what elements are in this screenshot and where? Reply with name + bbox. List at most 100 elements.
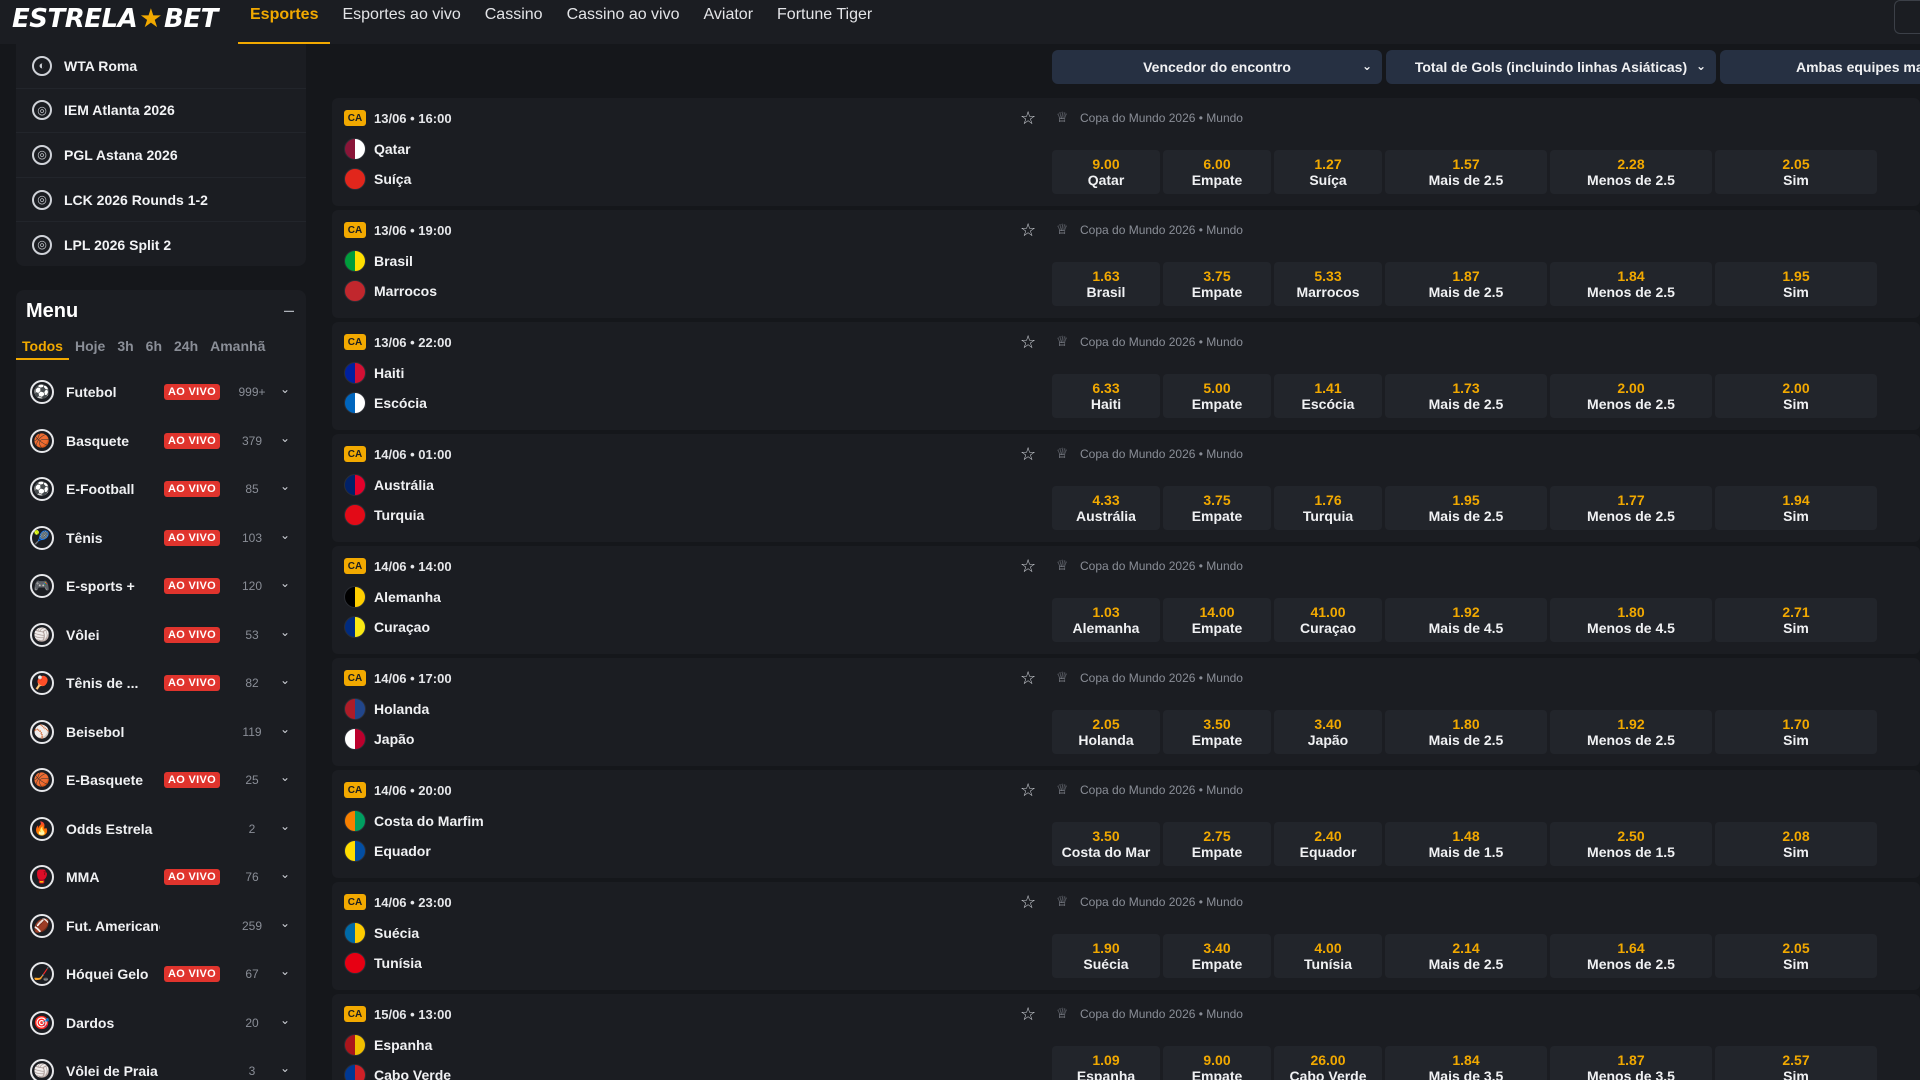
nav-cassino[interactable]: Cassino — [473, 0, 555, 44]
market-tab-total-gols[interactable]: Total de Gols (incluindo linhas Asiática… — [1386, 50, 1716, 84]
away-team[interactable]: Marrocos — [344, 280, 437, 302]
sport-item[interactable]: 🏀 Basquete AO VIVO 379 ⌄ — [16, 417, 306, 466]
odd-button[interactable]: 1.84 Mais de 3.5 — [1385, 1046, 1547, 1080]
sport-item[interactable]: 🏀 E-Basquete AO VIVO 25 ⌄ — [16, 756, 306, 805]
collapse-icon[interactable]: – — [284, 300, 294, 321]
away-team[interactable]: Curaçao — [344, 616, 430, 638]
market-tab-ambas-equipes[interactable]: Ambas equipes ma — [1720, 50, 1920, 84]
odd-button[interactable]: 2.14 Mais de 2.5 — [1385, 934, 1547, 978]
star-favorite-icon[interactable]: ☆ — [1020, 556, 1036, 577]
sport-item[interactable]: ⚽ Futebol AO VIVO 999+ ⌄ — [16, 368, 306, 417]
odd-button[interactable]: 2.50 Menos de 1.5 — [1550, 822, 1712, 866]
odd-button[interactable]: 1.87 Menos de 3.5 — [1550, 1046, 1712, 1080]
chevron-down-icon[interactable]: ⌄ — [280, 576, 290, 590]
search-button[interactable] — [1894, 0, 1920, 34]
chevron-down-icon[interactable]: ⌄ — [280, 625, 290, 639]
odd-button[interactable]: 26.00 Cabo Verde — [1274, 1046, 1382, 1080]
odd-button[interactable]: 2.08 Sim — [1715, 822, 1877, 866]
chevron-down-icon[interactable]: ⌄ — [280, 770, 290, 784]
star-favorite-icon[interactable]: ☆ — [1020, 444, 1036, 465]
chevron-down-icon[interactable]: ⌄ — [280, 867, 290, 881]
odd-button[interactable]: 2.00 Sim — [1715, 374, 1877, 418]
chevron-down-icon[interactable]: ⌄ — [280, 528, 290, 542]
odd-button[interactable]: 3.75 Empate — [1163, 486, 1271, 530]
match-card[interactable]: CA 13/06 • 19:00 Brasil Marrocos ☆ ♕ Copa do M… — [332, 210, 1920, 318]
nav-fortune-tiger[interactable]: Fortune Tiger — [765, 0, 884, 44]
sport-item[interactable]: ⚾ Beisebol 119 ⌄ — [16, 708, 306, 757]
chevron-down-icon[interactable]: ⌄ — [280, 1061, 290, 1075]
nav-esportes[interactable]: Esportes — [238, 0, 331, 44]
sport-item[interactable]: 🏈 Fut. Americano 259 ⌄ — [16, 902, 306, 951]
odd-button[interactable]: 1.76 Turquia — [1274, 486, 1382, 530]
home-team[interactable]: Holanda — [344, 698, 429, 720]
home-team[interactable]: Brasil — [344, 250, 413, 272]
sport-item[interactable]: 🎾 Tênis AO VIVO 103 ⌄ — [16, 514, 306, 563]
match-card[interactable]: CA 14/06 • 01:00 Austrália Turquia ☆ ♕ Copa do… — [332, 434, 1920, 542]
odd-button[interactable]: 3.50 Costa do Mar — [1052, 822, 1160, 866]
chevron-down-icon[interactable]: ⌄ — [280, 479, 290, 493]
away-team[interactable]: Escócia — [344, 392, 427, 414]
match-card[interactable]: CA 14/06 • 17:00 Holanda Japão ☆ ♕ Copa do Mun… — [332, 658, 1920, 766]
home-team[interactable]: Suécia — [344, 922, 419, 944]
nav-cassino-ao-vivo[interactable]: Cassino ao vivo — [555, 0, 692, 44]
sport-item[interactable]: 🥊 MMA AO VIVO 76 ⌄ — [16, 853, 306, 902]
chevron-down-icon[interactable]: ⌄ — [280, 916, 290, 930]
odd-button[interactable]: 1.48 Mais de 1.5 — [1385, 822, 1547, 866]
odd-button[interactable]: 1.03 Alemanha — [1052, 598, 1160, 642]
brand-logo[interactable]: ESTRELA ★ BET — [12, 2, 218, 36]
match-card[interactable]: CA 14/06 • 20:00 Costa do Marfim Equador ☆ ♕ C… — [332, 770, 1920, 878]
odd-button[interactable]: 5.33 Marrocos — [1274, 262, 1382, 306]
sport-item[interactable]: 🏐 Vôlei AO VIVO 53 ⌄ — [16, 611, 306, 660]
filter-tab[interactable]: Hoje — [69, 336, 111, 360]
odd-button[interactable]: 6.00 Empate — [1163, 150, 1271, 194]
filter-tab[interactable]: Amanhã — [204, 336, 271, 360]
match-card[interactable]: CA 14/06 • 23:00 Suécia Tunísia ☆ ♕ Copa do Mu… — [332, 882, 1920, 990]
odd-button[interactable]: 5.00 Empate — [1163, 374, 1271, 418]
star-favorite-icon[interactable]: ☆ — [1020, 108, 1036, 129]
chevron-down-icon[interactable]: ⌄ — [280, 382, 290, 396]
odd-button[interactable]: 1.70 Sim — [1715, 710, 1877, 754]
odd-button[interactable]: 1.87 Mais de 2.5 — [1385, 262, 1547, 306]
odd-button[interactable]: 1.95 Sim — [1715, 262, 1877, 306]
odd-button[interactable]: 2.05 Holanda — [1052, 710, 1160, 754]
sport-item[interactable]: 🎯 Dardos 20 ⌄ — [16, 999, 306, 1048]
odd-button[interactable]: 1.80 Mais de 2.5 — [1385, 710, 1547, 754]
odd-button[interactable]: 2.57 Sim — [1715, 1046, 1877, 1080]
chevron-down-icon[interactable]: ⌄ — [280, 431, 290, 445]
match-card[interactable]: CA 15/06 • 13:00 Espanha Cabo Verde ☆ ♕ Copa d… — [332, 994, 1920, 1080]
odd-button[interactable]: 1.95 Mais de 2.5 — [1385, 486, 1547, 530]
odd-button[interactable]: 1.63 Brasil — [1052, 262, 1160, 306]
odd-button[interactable]: 1.64 Menos de 2.5 — [1550, 934, 1712, 978]
market-tab-vencedor[interactable]: Vencedor do encontro ⌄ — [1052, 50, 1382, 84]
odd-button[interactable]: 1.94 Sim — [1715, 486, 1877, 530]
home-team[interactable]: Alemanha — [344, 586, 441, 608]
odd-button[interactable]: 1.92 Menos de 2.5 — [1550, 710, 1712, 754]
sport-item[interactable]: 🎮 E-sports + AO VIVO 120 ⌄ — [16, 562, 306, 611]
match-card[interactable]: CA 14/06 • 14:00 Alemanha Curaçao ☆ ♕ Copa do … — [332, 546, 1920, 654]
nav-aviator[interactable]: Aviator — [692, 0, 766, 44]
match-card[interactable]: CA 13/06 • 22:00 Haiti Escócia ☆ ♕ Copa do Mun… — [332, 322, 1920, 430]
odd-button[interactable]: 3.75 Empate — [1163, 262, 1271, 306]
filter-tab[interactable]: 6h — [140, 336, 168, 360]
odd-button[interactable]: 1.27 Suíça — [1274, 150, 1382, 194]
sport-item[interactable]: 🏓 Tênis de ... AO VIVO 82 ⌄ — [16, 659, 306, 708]
odd-button[interactable]: 4.33 Austrália — [1052, 486, 1160, 530]
away-team[interactable]: Japão — [344, 728, 414, 750]
odd-button[interactable]: 1.57 Mais de 2.5 — [1385, 150, 1547, 194]
chevron-down-icon[interactable]: ⌄ — [280, 964, 290, 978]
chevron-down-icon[interactable]: ⌄ — [280, 819, 290, 833]
star-favorite-icon[interactable]: ☆ — [1020, 332, 1036, 353]
away-team[interactable]: Equador — [344, 840, 431, 862]
odd-button[interactable]: 2.28 Menos de 2.5 — [1550, 150, 1712, 194]
odd-button[interactable]: 1.90 Suécia — [1052, 934, 1160, 978]
away-team[interactable]: Suíça — [344, 168, 411, 190]
odd-button[interactable]: 41.00 Curaçao — [1274, 598, 1382, 642]
sport-item[interactable]: 🏐 Vôlei de Praia 3 ⌄ — [16, 1047, 306, 1080]
star-favorite-icon[interactable]: ☆ — [1020, 1004, 1036, 1025]
competition-item[interactable]: ◎ PGL Astana 2026 — [16, 133, 306, 178]
home-team[interactable]: Espanha — [344, 1034, 432, 1056]
odd-button[interactable]: 1.80 Menos de 4.5 — [1550, 598, 1712, 642]
home-team[interactable]: Haiti — [344, 362, 404, 384]
chevron-down-icon[interactable]: ⌄ — [280, 673, 290, 687]
odd-button[interactable]: 2.05 Sim — [1715, 934, 1877, 978]
